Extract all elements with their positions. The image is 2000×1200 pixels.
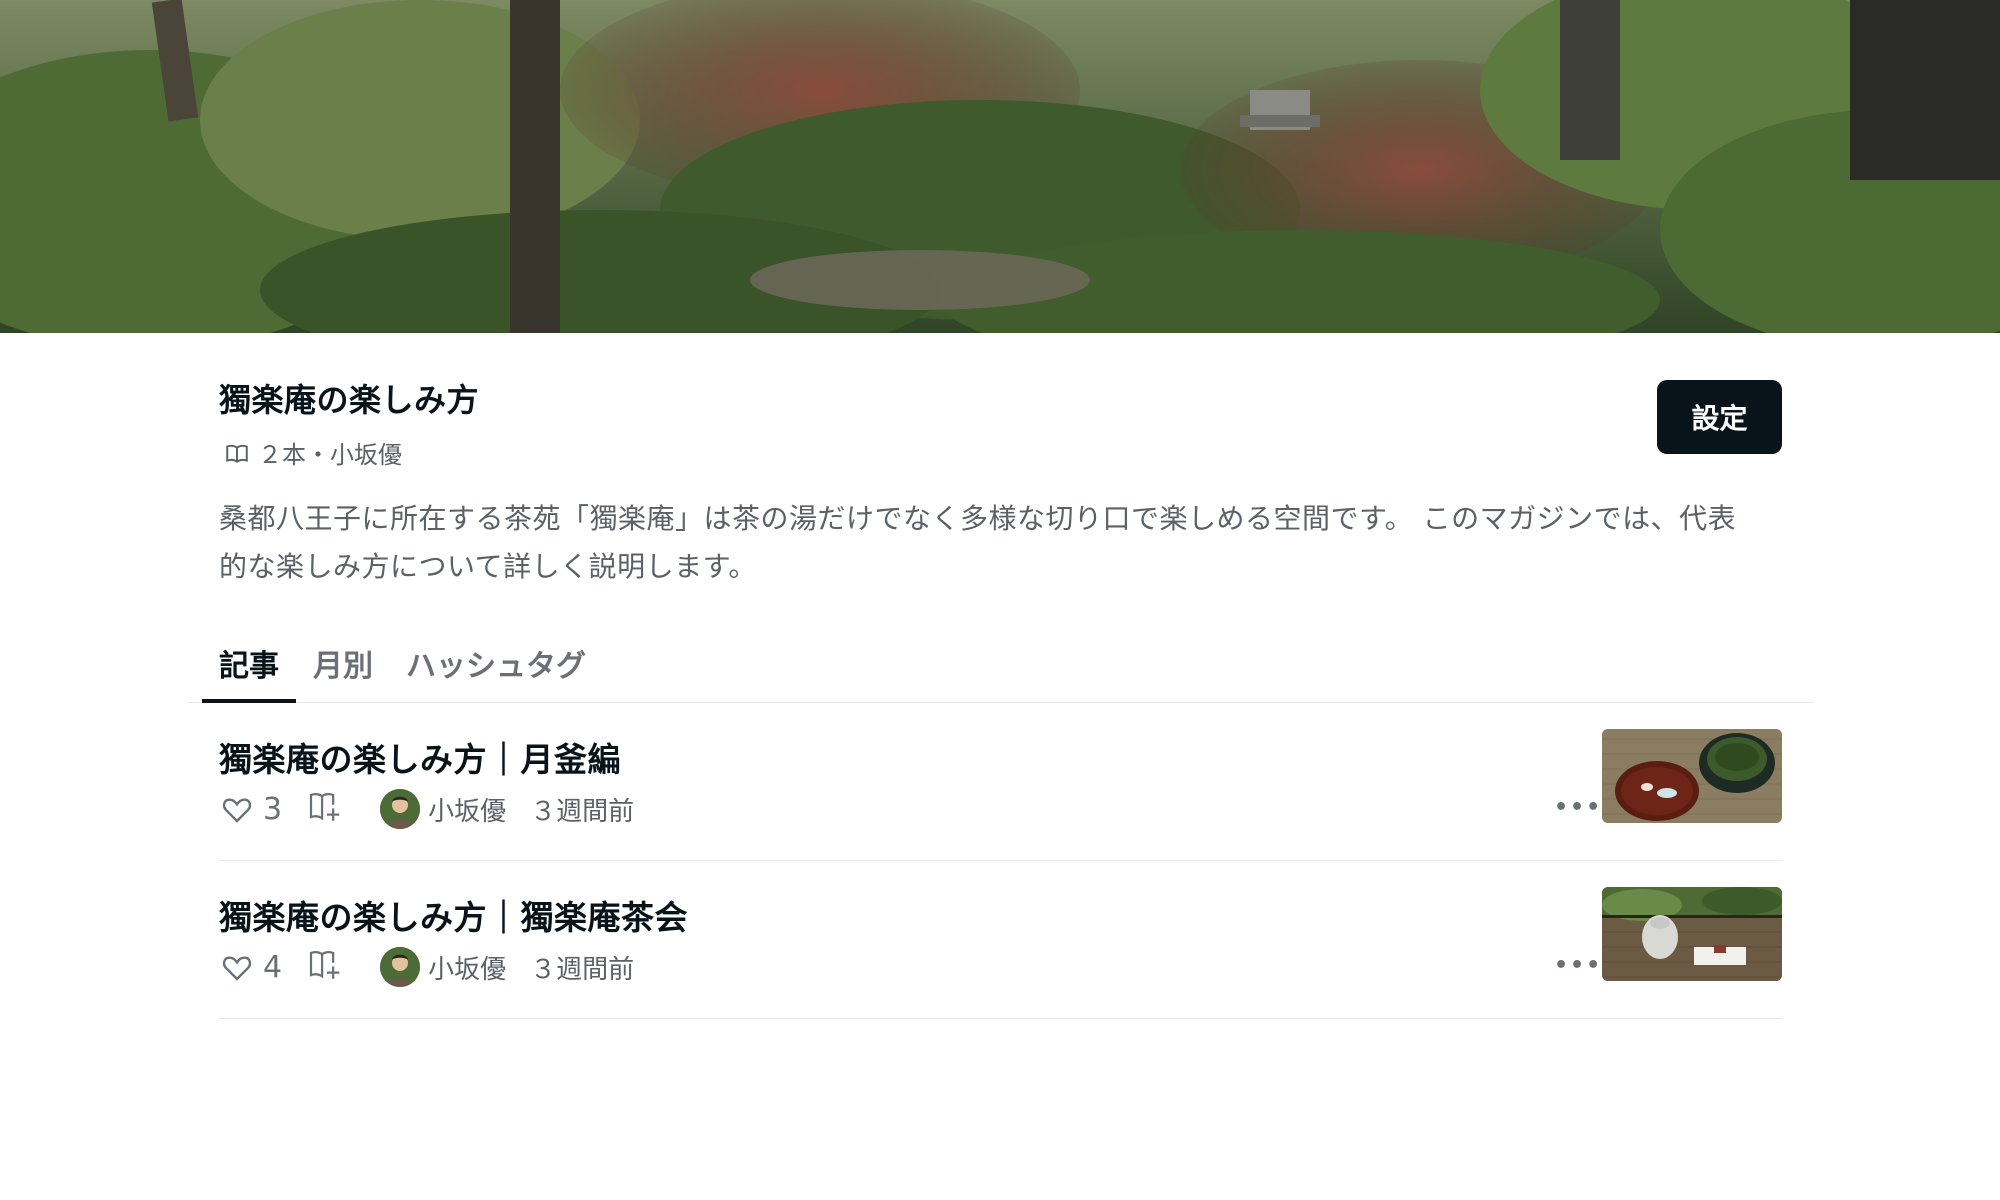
author-name[interactable]: 小坂優 (428, 791, 506, 828)
like-count: 4 (263, 949, 283, 985)
published-time: ３週間前 (530, 954, 635, 985)
heart-icon (222, 956, 252, 981)
like-button[interactable]: 4 (221, 950, 282, 985)
article-thumbnail[interactable] (1602, 729, 1782, 823)
add-to-magazine-icon[interactable] (308, 790, 346, 829)
magazine-meta-text: ２本・小坂優 (258, 441, 402, 469)
like-count: 3 (263, 791, 283, 827)
more-icon[interactable]: ••• (1554, 795, 1602, 820)
author-name[interactable]: 小坂優 (428, 949, 506, 986)
article-title[interactable]: 獨楽庵の楽しみ方｜獨楽庵茶会 (219, 891, 688, 939)
heart-icon (222, 798, 252, 823)
header-image (0, 0, 2000, 333)
like-button[interactable]: 3 (221, 792, 282, 827)
article-thumbnail[interactable] (1602, 887, 1782, 981)
book-icon (224, 440, 250, 466)
article-meta: 4 小坂優 ３週間前 (221, 945, 634, 989)
article-item[interactable]: 獨楽庵の楽しみ方｜月釜編 3 小坂優 ３週間前 ••• (219, 703, 1782, 861)
author-avatar[interactable] (380, 789, 421, 829)
published-time: ３週間前 (530, 796, 635, 827)
add-to-magazine-icon[interactable] (308, 948, 346, 987)
article-item[interactable]: 獨楽庵の楽しみ方｜獨楽庵茶会 4 小坂優 ３週間前 ••• (219, 861, 1782, 1019)
author-avatar[interactable] (380, 947, 421, 987)
settings-button[interactable]: 設定 (1657, 380, 1782, 454)
article-meta: 3 小坂優 ３週間前 (221, 787, 634, 831)
tab-bar: 記事 月別 ハッシュタグ (187, 633, 1814, 703)
magazine-title: 獨楽庵の楽しみ方 (219, 381, 480, 419)
magazine-description: 桑都八王子に所在する茶苑「獨楽庵」は茶の湯だけでなく多様な切り口で楽しめる空間で… (219, 502, 1737, 583)
more-icon[interactable]: ••• (1554, 953, 1602, 978)
magazine-meta: ２本・小坂優 (224, 435, 402, 470)
article-title[interactable]: 獨楽庵の楽しみ方｜月釜編 (219, 733, 621, 781)
